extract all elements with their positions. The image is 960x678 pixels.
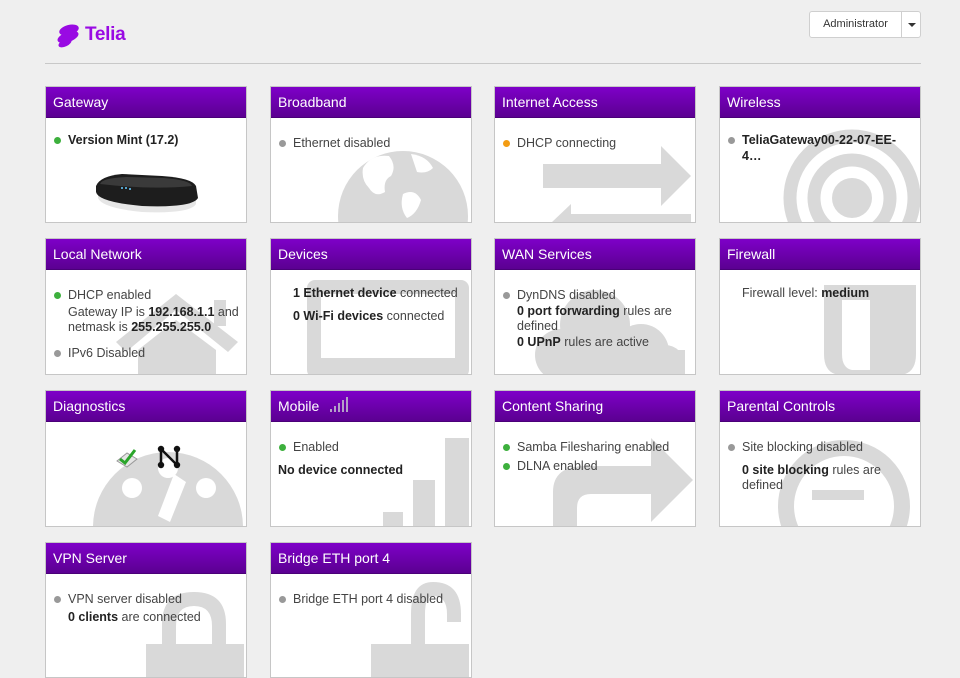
card-header: Internet Access [495,87,695,118]
site-blocking-status: Site blocking disabled [727,440,915,456]
signal-bars-icon [329,397,348,412]
site-blocking-rules-text: 0 site blocking rules are defined [742,462,881,493]
user-menu-button[interactable]: Administrator [809,11,921,38]
card-header: Firewall [720,239,920,270]
network-topology-icon[interactable] [156,444,182,470]
card-header: Devices [271,239,471,270]
status-dot [54,292,61,299]
status-dot [279,140,286,147]
ipv6-status: IPv6 Disabled [53,346,241,362]
card-devices[interactable]: Devices 1 Ethernet device connected 0 Wi… [270,238,472,375]
gateway-ip-text: Gateway IP is 192.168.1.1 and [68,304,239,319]
chevron-down-icon[interactable] [902,12,920,37]
arrows-icon [543,146,691,222]
upnp-text: 0 UPnP rules are active [517,334,649,349]
card-header: Mobile [271,391,471,422]
card-local-network[interactable]: Local Network DHCP enabled Gateway IP is… [45,238,247,375]
mobile-device-text: No device connected [278,462,404,477]
wireless-ssid: TeliaGateway00-22-07-EE-4… [727,133,915,164]
card-diagnostics[interactable]: Diagnostics [45,390,247,527]
mobile-status: Enabled [278,440,466,456]
lock-icon [146,592,244,677]
card-header: Wireless [720,87,920,118]
dhcp-status: DHCP enabled [53,288,241,304]
status-dot [503,292,510,299]
card-wan-services[interactable]: WAN Services DynDNS disabled 0 port forw… [494,238,696,375]
share-icon [553,438,693,526]
status-dot [503,444,510,451]
card-internet-access[interactable]: Internet Access DHCP connecting [494,86,696,223]
ethernet-devices-text: 1 Ethernet device connected [293,286,458,300]
globe-icon [338,151,468,222]
card-header: Parental Controls [720,391,920,422]
status-dot [54,596,61,603]
status-dot [503,462,510,470]
telia-logo[interactable]: Telia [56,22,126,48]
card-vpn-server[interactable]: VPN Server VPN server disabled 0 clients… [45,542,247,678]
port-forwarding-text: 0 port forwarding rules are defined [517,303,672,334]
card-parental-controls[interactable]: Parental Controls Site blocking disabled… [719,390,921,527]
card-content-sharing[interactable]: Content Sharing Samba Filesharing enable… [494,390,696,527]
logo-text: Telia [85,24,126,45]
gateway-version: Version Mint (17.2) [53,133,241,149]
card-title: VPN Server [53,550,127,566]
card-title: WAN Services [502,246,592,262]
card-title: Local Network [53,246,142,262]
status-dot [279,444,286,451]
status-dot [54,137,61,144]
header-divider [45,63,921,64]
bridge-status: Bridge ETH port 4 disabled [278,592,466,608]
card-gateway[interactable]: Gateway Version Mint (17.2) [45,86,247,223]
card-header: Content Sharing [495,391,695,422]
gauge-icon [93,452,243,526]
firewall-level-text: Firewall level: medium [742,286,870,300]
card-title: Bridge ETH port 4 [278,550,391,566]
card-title: Devices [278,246,328,262]
header: Telia Administrator [0,0,960,64]
router-image [96,174,198,213]
wifi-devices-text: 0 Wi-Fi devices connected [293,308,445,323]
card-title: Diagnostics [53,398,126,414]
card-header: Broadband [271,87,471,118]
card-header: Diagnostics [46,391,246,422]
card-bridge-eth-port-4[interactable]: Bridge ETH port 4 Bridge ETH port 4 disa… [270,542,472,678]
card-header: Gateway [46,87,246,118]
card-mobile[interactable]: Mobile Enabled No device connected [270,390,472,527]
vpn-clients-text: 0 clients are connected [68,609,201,624]
card-title: Internet Access [502,94,598,110]
card-title: Mobile [278,398,320,414]
card-title: Wireless [727,94,781,110]
status-dot [728,137,735,144]
card-header: VPN Server [46,543,246,574]
network-check-icon[interactable] [114,444,140,470]
status-dot [54,349,61,357]
dyndns-status: DynDNS disabled [502,288,690,304]
unlock-icon [371,582,469,677]
card-title: Gateway [53,94,109,110]
status-dot [503,140,510,147]
samba-status: Samba Filesharing enabled [502,440,690,456]
card-title: Broadband [278,94,347,110]
netmask-text: netmask is 255.255.255.0 [68,320,212,334]
status-dot [728,444,735,451]
status-dot [279,596,286,603]
broadband-status: Ethernet disabled [278,136,466,152]
internet-status: DHCP connecting [502,136,690,152]
card-title: Firewall [727,246,776,262]
card-header: WAN Services [495,239,695,270]
card-header: Bridge ETH port 4 [271,543,471,574]
card-broadband[interactable]: Broadband Ethernet disabled [270,86,472,223]
card-title: Content Sharing [502,398,604,414]
card-wireless[interactable]: Wireless TeliaGateway00-22-07-EE-4… [719,86,921,223]
telia-pebble-icon [57,24,79,48]
card-header: Local Network [46,239,246,270]
vpn-status: VPN server disabled [53,592,241,608]
user-label: Administrator [810,12,902,37]
dlna-status: DLNA enabled [502,459,690,475]
card-firewall[interactable]: Firewall Firewall level: medium [719,238,921,375]
card-title: Parental Controls [727,398,836,414]
